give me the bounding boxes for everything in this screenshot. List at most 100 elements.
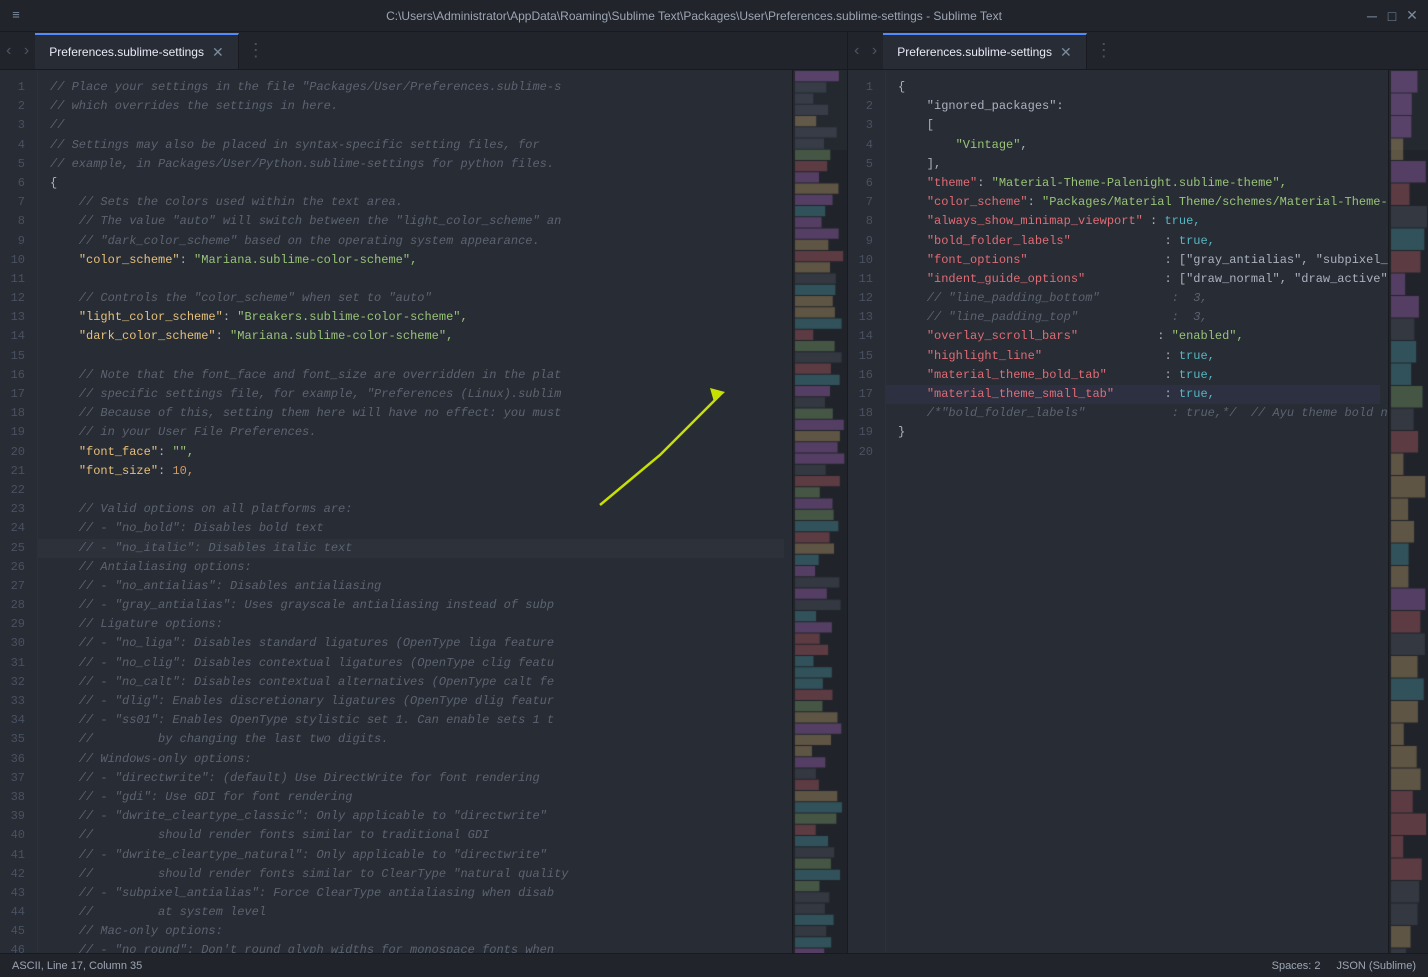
line-number: 23: [8, 500, 25, 519]
titlebar: ≡ C:\Users\Administrator\AppData\Roaming…: [0, 0, 1428, 32]
code-line: // Controls the "color_scheme" when set …: [50, 289, 784, 308]
line-number: 13: [856, 308, 873, 327]
code-line: // Valid options on all platforms are:: [50, 500, 784, 519]
left-minimap[interactable]: [792, 70, 847, 953]
left-code-area[interactable]: // Place your settings in the file "Pack…: [38, 70, 792, 953]
code-line: "color_scheme": "Packages/Material Theme…: [898, 193, 1380, 212]
code-line: // example, in Packages/User/Python.subl…: [50, 155, 784, 174]
line-number: 16: [856, 366, 873, 385]
code-line: [50, 347, 784, 366]
line-number: 4: [856, 136, 873, 155]
close-button[interactable]: ✕: [1404, 9, 1420, 23]
statusbar: ASCII, Line 17, Column 35 Spaces: 2 JSON…: [0, 953, 1428, 977]
line-number: 24: [8, 519, 25, 538]
code-line: // Note that the font_face and font_size…: [50, 366, 784, 385]
left-tab-close-icon[interactable]: ✕: [212, 45, 224, 59]
code-line: "dark_color_scheme": "Mariana.sublime-co…: [50, 327, 784, 346]
left-editor-content[interactable]: 1234567891011121314151617181920212223242…: [0, 70, 847, 953]
left-tab-menu-icon[interactable]: ⋮: [239, 32, 273, 69]
line-number: 13: [8, 308, 25, 327]
code-line: // by changing the last two digits.: [50, 730, 784, 749]
line-number: 33: [8, 692, 25, 711]
code-line: "indent_guide_options" : ["draw_normal",…: [898, 270, 1380, 289]
code-line: // - "gdi": Use GDI for font rendering: [50, 788, 784, 807]
line-number: 10: [856, 251, 873, 270]
code-line: // - "no_calt": Disables contextual alte…: [50, 673, 784, 692]
line-number: 36: [8, 750, 25, 769]
code-line: "font_face": "",: [50, 443, 784, 462]
code-line: // - "directwrite": (default) Use Direct…: [50, 769, 784, 788]
line-number: 20: [856, 443, 873, 462]
right-tab-close-icon[interactable]: ✕: [1060, 45, 1072, 59]
code-line: "highlight_line" : true,: [898, 347, 1380, 366]
left-nav-next[interactable]: ›: [18, 32, 36, 69]
code-line: "font_options" : ["gray_antialias", "sub…: [898, 251, 1380, 270]
code-line: // - "subpixel_antialias": Force ClearTy…: [50, 884, 784, 903]
line-number: 19: [8, 423, 25, 442]
code-line: // - "ss01": Enables OpenType stylistic …: [50, 711, 784, 730]
left-line-numbers: 1234567891011121314151617181920212223242…: [0, 70, 38, 953]
line-number: 45: [8, 922, 25, 941]
line-number: 29: [8, 615, 25, 634]
line-number: 12: [8, 289, 25, 308]
code-line: //: [50, 116, 784, 135]
code-line: "font_size": 10,: [50, 462, 784, 481]
line-number: 12: [856, 289, 873, 308]
right-editor-pane: ‹ › Preferences.sublime-settings ✕ ⋮ 123…: [848, 32, 1428, 953]
line-number: 46: [8, 941, 25, 953]
right-tabbar: ‹ › Preferences.sublime-settings ✕ ⋮: [848, 32, 1428, 70]
main-content: ‹ › Preferences.sublime-settings ✕ ⋮ 123…: [0, 32, 1428, 953]
line-number: 5: [8, 155, 25, 174]
line-number: 30: [8, 634, 25, 653]
code-line: // which overrides the settings in here.: [50, 97, 784, 116]
right-tab-menu-icon[interactable]: ⋮: [1087, 32, 1121, 69]
right-tab-preferences[interactable]: Preferences.sublime-settings ✕: [883, 33, 1086, 69]
code-line: "ignored_packages":: [898, 97, 1380, 116]
left-tab-preferences[interactable]: Preferences.sublime-settings ✕: [35, 33, 238, 69]
statusbar-filetype: JSON (Sublime): [1337, 960, 1416, 972]
line-number: 41: [8, 846, 25, 865]
line-number: 39: [8, 807, 25, 826]
code-line: // Mac-only options:: [50, 922, 784, 941]
line-number: 15: [856, 347, 873, 366]
line-number: 2: [8, 97, 25, 116]
code-line: // "line_padding_bottom" : 3,: [898, 289, 1380, 308]
line-number: 21: [8, 462, 25, 481]
window-title: C:\Users\Administrator\AppData\Roaming\S…: [32, 9, 1356, 23]
code-line: /*"bold_folder_labels" : true,*/ // Ayu …: [898, 404, 1380, 423]
line-number: 27: [8, 577, 25, 596]
statusbar-spaces: Spaces: 2: [1272, 960, 1321, 972]
code-line: // - "no_bold": Disables bold text: [50, 519, 784, 538]
line-number: 11: [856, 270, 873, 289]
right-code-area[interactable]: { "ignored_packages": [ "Vintage", ], "t…: [886, 70, 1388, 953]
code-line: // should render fonts similar to ClearT…: [50, 865, 784, 884]
maximize-button[interactable]: □: [1384, 9, 1400, 23]
line-number: 43: [8, 884, 25, 903]
code-line: // Because of this, setting them here wi…: [50, 404, 784, 423]
minimize-button[interactable]: ─: [1364, 9, 1380, 23]
line-number: 10: [8, 251, 25, 270]
line-number: 5: [856, 155, 873, 174]
right-nav-next[interactable]: ›: [866, 32, 884, 69]
code-line: // Antialiasing options:: [50, 558, 784, 577]
code-line: "material_theme_small_tab" : true,: [886, 385, 1380, 404]
right-editor-content[interactable]: 1234567891011121314151617181920 { "ignor…: [848, 70, 1428, 953]
code-line: // Place your settings in the file "Pack…: [50, 78, 784, 97]
line-number: 44: [8, 903, 25, 922]
code-line: // in your User File Preferences.: [50, 423, 784, 442]
line-number: 7: [856, 193, 873, 212]
code-line: [50, 270, 784, 289]
code-line: "bold_folder_labels" : true,: [898, 232, 1380, 251]
code-line: {: [898, 78, 1380, 97]
right-line-numbers: 1234567891011121314151617181920: [848, 70, 886, 953]
code-line: // "line_padding_top" : 3,: [898, 308, 1380, 327]
line-number: 18: [856, 404, 873, 423]
line-number: 19: [856, 423, 873, 442]
code-line: // - "no_round": Don't round glyph width…: [50, 941, 784, 953]
right-nav-prev[interactable]: ‹: [848, 32, 866, 69]
left-nav-prev[interactable]: ‹: [0, 32, 18, 69]
right-minimap[interactable]: [1388, 70, 1428, 953]
code-line: "overlay_scroll_bars" : "enabled",: [898, 327, 1380, 346]
line-number: 14: [856, 327, 873, 346]
line-number: 1: [856, 78, 873, 97]
